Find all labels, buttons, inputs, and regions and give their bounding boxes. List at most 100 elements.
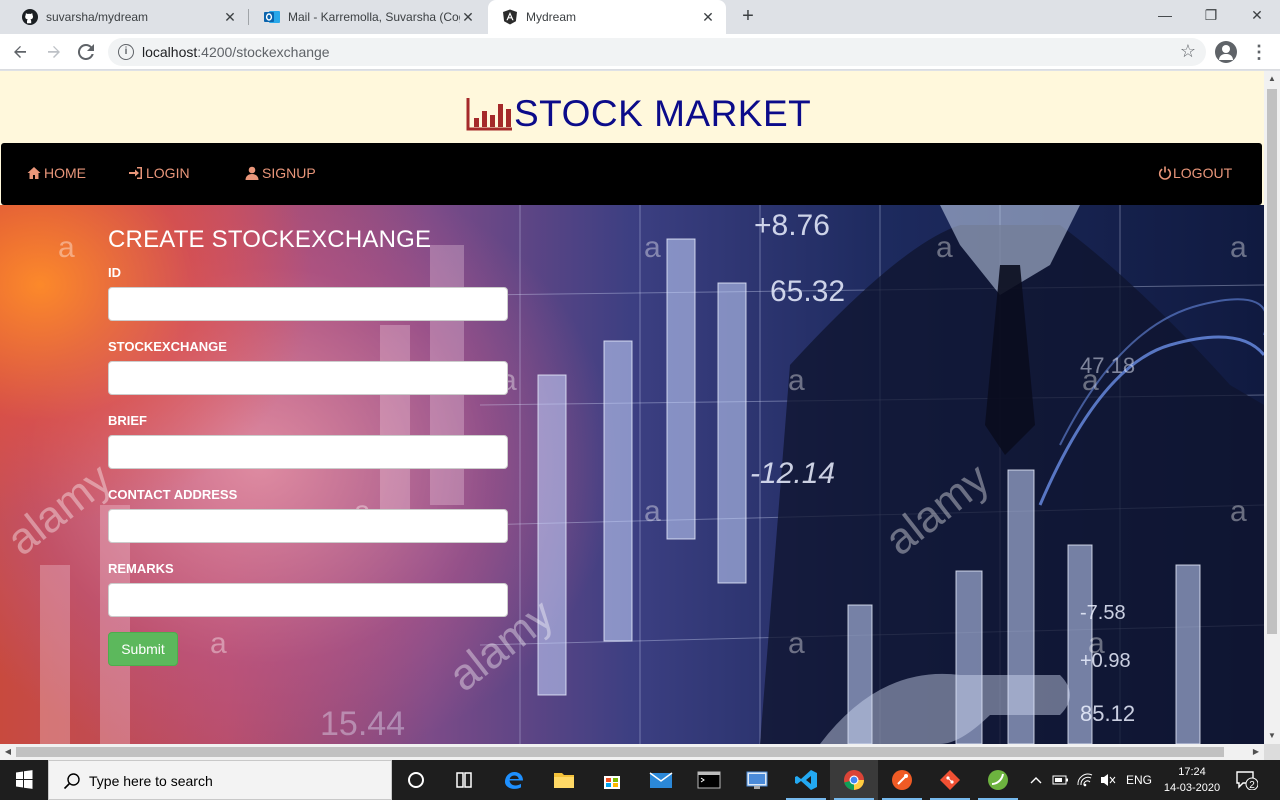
vertical-scrollbar[interactable]: ▲ ▼ [1264, 71, 1280, 744]
tab-mydream[interactable]: Mydream ✕ [488, 0, 726, 34]
restore-button[interactable]: ❐ [1188, 0, 1234, 30]
profile-avatar-icon[interactable] [1215, 41, 1237, 63]
page-viewport: STOCK MARKET HOME LOGIN SIGNUP LOGOUT +8… [0, 71, 1264, 744]
wifi-icon[interactable] [1074, 760, 1096, 800]
forward-button[interactable] [42, 40, 66, 64]
stockexchange-input[interactable] [108, 361, 508, 395]
spring-tool-suite-icon[interactable] [974, 760, 1022, 800]
vscode-icon[interactable] [782, 760, 830, 800]
reload-button[interactable] [74, 40, 98, 64]
home-icon [27, 167, 41, 179]
new-tab-button[interactable]: + [737, 5, 759, 27]
tab-separator [248, 9, 249, 25]
brand-title: STOCK MARKET [514, 93, 812, 134]
scroll-down-icon[interactable]: ▼ [1264, 728, 1280, 744]
tab-title: Mail - Karremolla, Suvarsha (Cog [288, 10, 460, 24]
overlay-number: 65.32 [770, 275, 845, 308]
language-indicator[interactable]: ENG [1122, 760, 1156, 800]
action-center-icon[interactable]: 2 [1236, 770, 1259, 791]
watermark: a [1230, 231, 1247, 264]
chrome-icon[interactable] [830, 760, 878, 800]
contact-address-input[interactable] [108, 509, 508, 543]
tab-title: suvarsha/mydream [46, 10, 149, 24]
url-text: localhost:4200/stockexchange [142, 44, 330, 60]
nav-logout-label: LOGOUT [1173, 165, 1233, 181]
close-tab-icon[interactable]: ✕ [222, 9, 238, 25]
browser-toolbar: i localhost:4200/stockexchange ☆ ⋮ [0, 34, 1280, 70]
address-bar[interactable]: i localhost:4200/stockexchange ☆ [108, 38, 1206, 66]
remote-desktop-icon[interactable] [733, 760, 781, 800]
horizontal-scroll-thumb[interactable] [16, 747, 1224, 757]
github-icon [22, 9, 38, 25]
brief-input[interactable] [108, 435, 508, 469]
cortana-icon[interactable] [392, 760, 440, 800]
nav-login-label: LOGIN [146, 165, 190, 181]
close-window-button[interactable]: ✕ [1234, 0, 1280, 30]
overlay-number: 15.44 [320, 705, 405, 743]
taskbar-search-box[interactable]: Type here to search [48, 760, 392, 800]
site-info-icon[interactable]: i [118, 44, 134, 60]
tab-outlook-mail[interactable]: Mail - Karremolla, Suvarsha (Cog ✕ [250, 0, 486, 34]
task-view-icon[interactable] [440, 760, 488, 800]
nav-logout[interactable]: LOGOUT [1158, 165, 1232, 181]
start-button[interactable] [0, 760, 48, 800]
nav-home[interactable]: HOME [27, 165, 86, 181]
back-button[interactable] [8, 40, 32, 64]
watermark: a [58, 231, 75, 264]
file-explorer-icon[interactable] [540, 760, 588, 800]
power-icon [1158, 166, 1172, 180]
bookmark-star-icon[interactable]: ☆ [1180, 41, 1196, 62]
submit-button[interactable]: Submit [108, 632, 178, 666]
watermark: a [1088, 627, 1105, 660]
battery-icon[interactable] [1050, 760, 1070, 800]
bar-chart-icon [466, 98, 512, 131]
main-navbar: HOME LOGIN SIGNUP LOGOUT [1, 143, 1262, 205]
vertical-scroll-thumb[interactable] [1267, 89, 1277, 634]
tab-github[interactable]: suvarsha/mydream ✕ [8, 0, 248, 34]
git-icon[interactable] [926, 760, 974, 800]
user-icon [245, 166, 259, 180]
volume-muted-icon[interactable] [1098, 760, 1118, 800]
clock[interactable]: 17:24 14-03-2020 [1162, 764, 1222, 796]
store-icon[interactable] [588, 760, 636, 800]
scroll-left-icon[interactable]: ◀ [0, 744, 16, 760]
close-tab-icon[interactable]: ✕ [460, 9, 476, 25]
watermark: a [936, 231, 953, 264]
watermark: a [788, 627, 805, 660]
id-input[interactable] [108, 287, 508, 321]
horizontal-scrollbar[interactable]: ◀ ▶ [0, 744, 1264, 760]
search-placeholder: Type here to search [89, 773, 213, 789]
nav-home-label: HOME [44, 165, 86, 181]
browser-menu-icon[interactable]: ⋮ [1250, 40, 1268, 64]
brand[interactable]: STOCK MARKET [466, 93, 811, 135]
nav-login[interactable]: LOGIN [129, 165, 190, 181]
overlay-number: 85.12 [1080, 701, 1135, 726]
terminal-icon[interactable] [685, 760, 733, 800]
clock-time: 17:24 [1178, 766, 1206, 778]
minimize-button[interactable]: — [1142, 0, 1188, 30]
nav-signup[interactable]: SIGNUP [245, 165, 316, 181]
watermark: a [1082, 364, 1099, 397]
overlay-number: +8.76 [754, 209, 830, 242]
remarks-input[interactable] [108, 583, 508, 617]
scroll-right-icon[interactable]: ▶ [1248, 744, 1264, 760]
tab-title: Mydream [526, 10, 577, 24]
scrollbar-corner [1264, 744, 1280, 760]
postman-icon[interactable] [878, 760, 926, 800]
watermark: a [788, 364, 805, 397]
remarks-label: REMARKS [108, 561, 174, 576]
windows-logo-icon [16, 770, 33, 789]
nav-signup-label: SIGNUP [262, 165, 316, 181]
login-icon [129, 167, 142, 179]
clock-date: 14-03-2020 [1163, 782, 1221, 794]
show-hidden-icons[interactable] [1028, 760, 1044, 800]
close-tab-icon[interactable]: ✕ [700, 9, 716, 25]
mail-icon[interactable] [637, 760, 685, 800]
edge-browser-icon[interactable] [490, 760, 538, 800]
brief-label: BRIEF [108, 413, 147, 428]
stockexchange-label: STOCKEXCHANGE [108, 339, 227, 354]
contact-address-label: CONTACT ADDRESS [108, 487, 238, 502]
watermark: a [644, 495, 661, 528]
watermark: a [210, 627, 227, 660]
scroll-up-icon[interactable]: ▲ [1264, 71, 1280, 87]
